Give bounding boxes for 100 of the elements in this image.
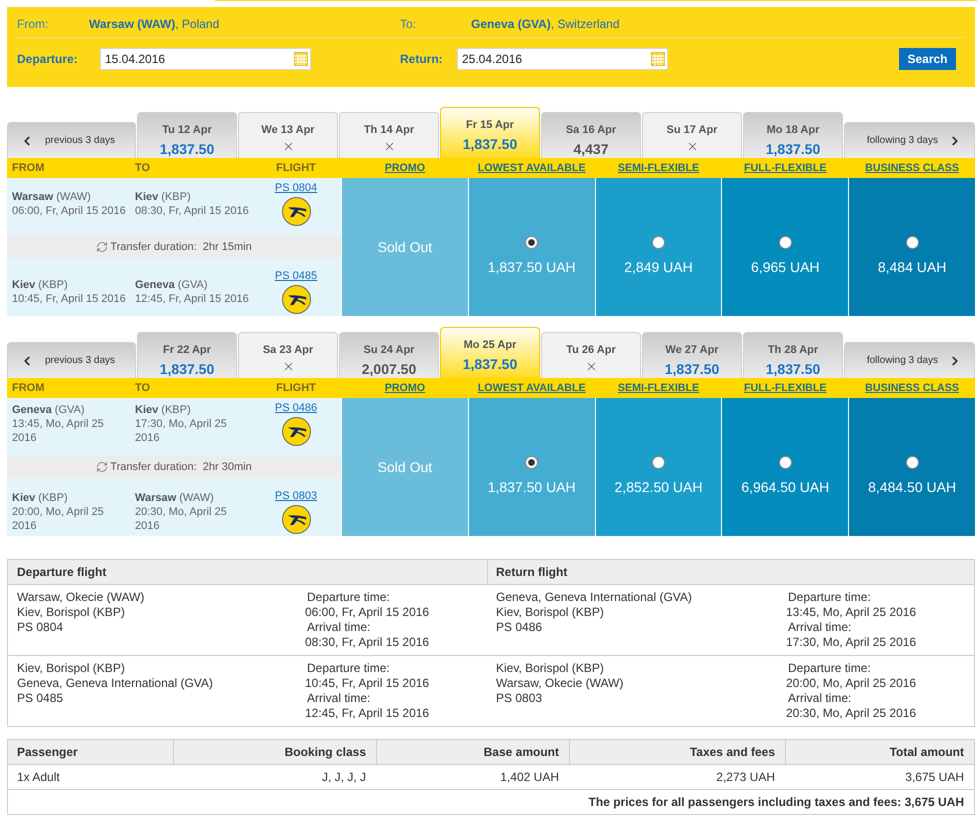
time-label: Arrival time: — [788, 691, 852, 706]
departure-time: 10:45, Fr, April 15 2016 — [12, 292, 126, 306]
next-days-button[interactable]: following 3 days — [844, 122, 975, 158]
date-tab[interactable]: Mo 25 Apr 1,837.50 — [440, 327, 540, 378]
date-tab[interactable]: Th 28 Apr 1,837.50 — [743, 332, 843, 378]
fare-class-link[interactable]: PROMO — [384, 381, 426, 395]
time-label: Departure time: — [788, 661, 871, 676]
radio-button[interactable] — [778, 456, 792, 468]
time-value: 20:30, Mo, April 25 2016 — [786, 706, 916, 721]
arrival-airport: Warsaw (WAW) — [135, 490, 214, 504]
swoosh-logo-icon — [282, 285, 310, 314]
time-value: 12:45, Fr, April 15 2016 — [305, 706, 430, 721]
fare-class-link[interactable]: FULL-FLEXIBLE — [744, 381, 827, 395]
time-value: 13:45, Mo, April 25 2016 — [786, 605, 916, 620]
radio-button[interactable] — [906, 456, 919, 468]
column-header: FROM — [12, 161, 44, 175]
calendar-icon — [294, 52, 308, 66]
date-field[interactable]: 15.04.2016 — [100, 48, 311, 70]
column-header: FLIGHT — [276, 381, 316, 395]
airport-name: Kiev, Borispol (KBP) — [17, 605, 125, 620]
date-tab[interactable]: Sa 23 Apr — [238, 332, 338, 378]
date-tab[interactable]: Su 24 Apr 2,007.50 — [339, 332, 439, 378]
flight-number-link[interactable]: PS 0804 — [274, 181, 318, 195]
transfer-duration: Transfer duration: 2hr 30min — [110, 460, 252, 472]
prev-days-button[interactable]: previous 3 days — [7, 342, 136, 378]
date-tab[interactable]: Sa 16 Apr 4,437 — [541, 112, 641, 158]
column-header: Return flight — [496, 565, 568, 579]
date-tab[interactable]: Mo 18 Apr 1,837.50 — [743, 112, 843, 158]
departure-airport: Warsaw (WAW) — [12, 190, 91, 204]
return-label: Return: — [400, 52, 443, 66]
time-value: 17:30, Mo, April 25 2016 — [786, 635, 916, 650]
arrival-airport: Geneva (GVA) — [135, 278, 208, 292]
transfer-duration: Transfer duration: 2hr 15min — [110, 240, 252, 252]
arrival-airport: Kiev (KBP) — [135, 190, 191, 204]
fare-class-link[interactable]: FULL-FLEXIBLE — [744, 161, 827, 175]
time-value: 06:00, Fr, April 15 2016 — [305, 605, 430, 620]
cycle-arrows-icon — [96, 460, 108, 472]
arrival-time: 17:30, Mo, April 25 2016 — [135, 416, 228, 444]
departure-time: 13:45, Mo, April 25 2016 — [12, 416, 105, 444]
time-label: Departure time: — [307, 590, 390, 605]
column-header: Departure flight — [17, 565, 106, 579]
booking-class: J, J, J, J — [322, 770, 366, 784]
fare-price: 2,852.50 UAH — [614, 478, 702, 494]
fare-price: 6,965 UAH — [751, 258, 820, 274]
fare-class-link[interactable]: LOWEST AVAILABLE — [478, 381, 586, 395]
fare-class-link[interactable]: BUSINESS CLASS — [865, 161, 960, 175]
radio-button[interactable] — [778, 236, 792, 248]
time-label: Departure time: — [788, 590, 871, 605]
time-label: Departure time: — [307, 661, 390, 676]
column-header: TO — [135, 381, 150, 395]
fare-class-link[interactable]: LOWEST AVAILABLE — [478, 161, 586, 175]
next-days-button[interactable]: following 3 days — [844, 342, 975, 378]
time-label: Arrival time: — [307, 620, 370, 635]
fare-class-link[interactable]: PROMO — [384, 161, 426, 175]
fare-class-link[interactable]: SEMI-FLEXIBLE — [618, 161, 700, 175]
sold-out-cell: Sold Out — [342, 398, 468, 536]
prev-days-button[interactable]: previous 3 days — [7, 122, 136, 158]
flight-number-link[interactable]: PS 0485 — [274, 269, 318, 283]
date-tab[interactable]: Tu 12 Apr 1,837.50 — [137, 112, 237, 158]
radio-button[interactable] — [525, 236, 538, 248]
departure-airport: Geneva (GVA) — [12, 402, 85, 416]
flight-number-link[interactable]: PS 0486 — [274, 401, 318, 415]
total-price-text: The prices for all passengers including taxes and fees: 3,675 UAH — [588, 795, 964, 809]
arrival-time: 20:30, Mo, April 25 2016 — [135, 504, 228, 532]
arrival-time: 08:30, Fr, April 15 2016 — [135, 204, 249, 218]
airport-name: Warsaw, Okecie (WAW) — [17, 590, 144, 605]
from-label: From: — [17, 17, 48, 31]
radio-button[interactable] — [652, 236, 665, 248]
flight-number: PS 0485 — [17, 691, 64, 706]
date-field[interactable]: 25.04.2016 — [457, 48, 668, 70]
total-amount: 3,675 UAH — [905, 770, 964, 784]
sold-out-cell: Sold Out — [342, 178, 468, 316]
date-tab[interactable]: Fr 15 Apr 1,837.50 — [440, 107, 540, 158]
fare-class-link[interactable]: SEMI-FLEXIBLE — [618, 381, 700, 395]
calendar-icon — [651, 52, 665, 66]
swoosh-logo-icon — [282, 417, 310, 446]
fare-price: 8,484 UAH — [878, 258, 946, 274]
date-tab[interactable]: Su 17 Apr — [642, 112, 742, 158]
date-tab[interactable]: Fr 22 Apr 1,837.50 — [137, 332, 237, 378]
date-tab[interactable]: We 13 Apr — [238, 112, 338, 158]
radio-button[interactable] — [906, 236, 919, 248]
swoosh-logo-icon — [282, 505, 310, 534]
fare-class-link[interactable]: BUSINESS CLASS — [865, 381, 960, 395]
search-button[interactable]: Search — [899, 48, 956, 70]
column-header: FROM — [12, 381, 44, 395]
fare-price: 6,964.50 UAH — [741, 478, 830, 494]
arrival-airport: Kiev (KBP) — [135, 402, 191, 416]
date-tab[interactable]: We 27 Apr 1,837.50 — [642, 332, 742, 378]
airport-name: Kiev, Borispol (KBP) — [496, 661, 604, 676]
fare-price: 1,837.50 UAH — [488, 478, 576, 494]
date-tab[interactable]: Tu 26 Apr — [541, 332, 641, 378]
column-header: TO — [135, 161, 150, 175]
flight-number: PS 0804 — [17, 620, 64, 635]
airport-name: Warsaw, Okecie (WAW) — [496, 676, 624, 691]
date-tab[interactable]: Th 14 Apr — [339, 112, 439, 158]
time-value: 20:00, Mo, April 25 2016 — [786, 676, 916, 691]
flight-number-link[interactable]: PS 0803 — [274, 489, 318, 503]
to-label: To: — [400, 17, 416, 31]
radio-button[interactable] — [525, 456, 538, 468]
radio-button[interactable] — [652, 456, 665, 468]
